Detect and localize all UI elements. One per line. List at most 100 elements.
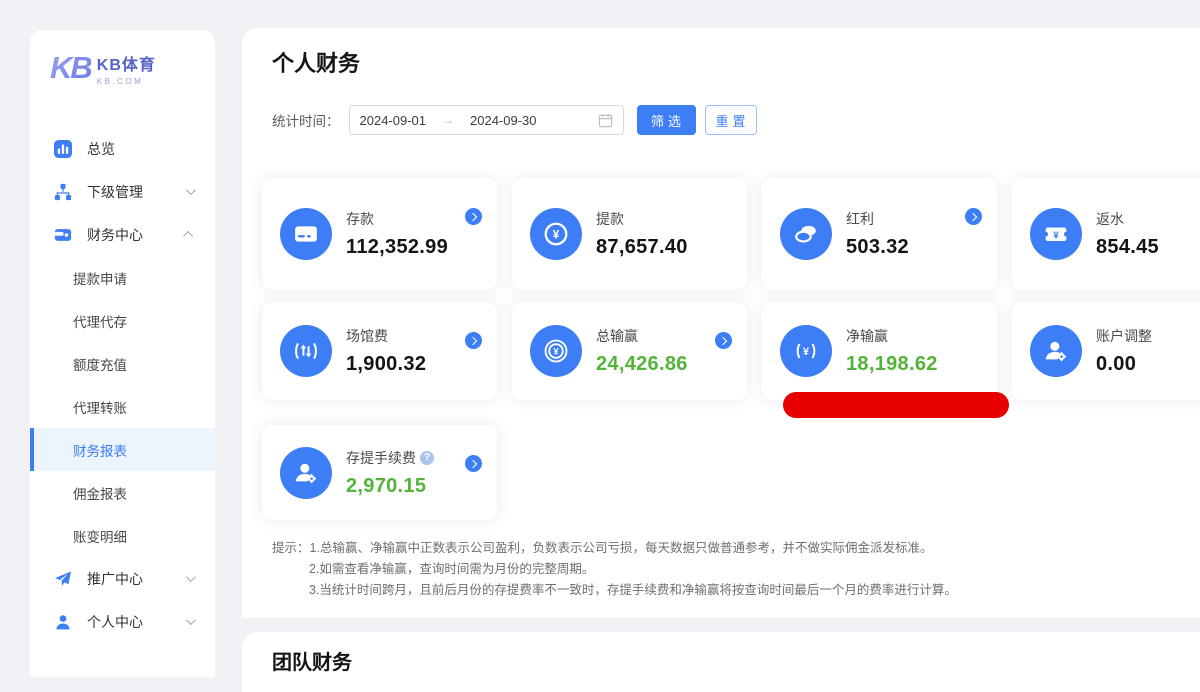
svg-text:¥: ¥	[553, 347, 559, 357]
chevron-right-icon[interactable]	[465, 208, 482, 225]
chevron-right-icon[interactable]	[465, 455, 482, 472]
svg-text:¥: ¥	[553, 228, 560, 241]
logo-title: KB体育	[97, 51, 156, 75]
sidebar-item-label: 财务中心	[87, 225, 143, 245]
date-range-arrow-icon: →	[442, 113, 454, 127]
end-date-value[interactable]: 2024-09-30	[470, 113, 537, 128]
stat-card-value: 18,198.62	[846, 353, 938, 376]
team-finance-panel: 团队财务	[242, 632, 1200, 692]
sidebar-item-label: 推广中心	[87, 569, 143, 589]
chevron-down-icon	[186, 572, 196, 582]
sidebar-item-label: 下级管理	[87, 182, 143, 202]
stat-card-value: 24,426.86	[596, 353, 688, 376]
sidebar-item-label: 代理代存	[73, 311, 127, 331]
handling-fee-card-icon	[280, 447, 332, 499]
stat-card-value: 2,970.15	[346, 475, 434, 498]
chevron-right-icon[interactable]	[715, 332, 732, 349]
stat-card-deposit[interactable]: 存款 112,352.99	[262, 178, 497, 290]
venue-fee-card-icon	[280, 325, 332, 377]
stat-card-label: 账户调整	[1096, 326, 1152, 346]
notes: 提示：1.总输赢、净输赢中正数表示公司盈利，负数表示公司亏损，每天数据只做普通参…	[272, 538, 957, 601]
wallet-icon	[54, 226, 72, 244]
sidebar-item-financial-report[interactable]: 财务报表	[30, 428, 215, 471]
stat-card-net-winloss[interactable]: ¥ 净输赢 18,198.62	[762, 302, 997, 400]
user-icon	[54, 613, 72, 631]
svg-text:¥: ¥	[803, 346, 810, 358]
stat-card-label: 场馆费	[346, 326, 426, 346]
stat-card-venue-fee[interactable]: 场馆费 1,900.32	[262, 302, 497, 400]
deposit-card-icon	[280, 208, 332, 260]
stat-card-value: 87,657.40	[596, 236, 688, 259]
chevron-down-icon	[186, 615, 196, 625]
stat-cards-row-2: 场馆费 1,900.32 ¥ 总输赢 24,426.86 ¥ 净输赢 18,19…	[262, 302, 1200, 400]
overview-icon	[54, 140, 72, 158]
stat-card-withdrawal[interactable]: ¥ 提款 87,657.40	[512, 178, 747, 290]
net-winloss-card-icon: ¥	[780, 325, 832, 377]
bonus-card-icon	[780, 208, 832, 260]
date-range-input[interactable]: 2024-09-01 → 2024-09-30	[349, 105, 624, 135]
stat-card-label: 存提手续费	[346, 448, 416, 468]
stat-card-account-adjustment[interactable]: 账户调整 0.00	[1012, 302, 1200, 400]
red-highlight-marker	[783, 392, 1009, 418]
stat-card-label: 返水	[1096, 209, 1159, 229]
sidebar-item-label: 财务报表	[73, 440, 127, 460]
svg-text:¥: ¥	[1053, 230, 1059, 241]
sidebar-item-withdrawal-request[interactable]: 提款申请	[30, 256, 215, 299]
stat-cards-row-3: 存提手续费 ? 2,970.15	[262, 425, 497, 520]
personal-finance-panel: 个人财务 统计时间： 2024-09-01 → 2024-09-30 筛选 重置…	[242, 28, 1200, 618]
stat-card-label: 总输赢	[596, 326, 688, 346]
promotion-icon	[54, 570, 72, 588]
note-line-2: 2.如需查看净输赢，查询时间需为月份的完整周期。	[272, 559, 957, 580]
filter-label: 统计时间：	[272, 110, 340, 130]
stat-card-total-winloss[interactable]: ¥ 总输赢 24,426.86	[512, 302, 747, 400]
stat-card-handling-fee[interactable]: 存提手续费 ? 2,970.15	[262, 425, 497, 520]
stat-card-value: 0.00	[1096, 353, 1152, 376]
stat-card-value: 112,352.99	[346, 236, 448, 259]
sidebar-item-label: 个人中心	[87, 612, 143, 632]
sidebar-item-account-change-details[interactable]: 账变明细	[30, 514, 215, 557]
notes-prefix: 提示：	[272, 541, 310, 555]
total-winloss-card-icon: ¥	[530, 325, 582, 377]
stat-card-value: 1,900.32	[346, 353, 426, 376]
sidebar-item-label: 总览	[87, 139, 115, 159]
sidebar-item-finance-center[interactable]: 财务中心	[30, 213, 215, 256]
sidebar-item-agent-transfer[interactable]: 代理转账	[30, 385, 215, 428]
sidebar-item-label: 账变明细	[73, 526, 127, 546]
page-title: 个人财务	[272, 46, 360, 78]
help-icon[interactable]: ?	[420, 451, 434, 465]
chevron-down-icon	[186, 185, 196, 195]
sidebar-item-commission-report[interactable]: 佣金报表	[30, 471, 215, 514]
logo-subtitle: KB.COM	[97, 77, 156, 86]
app-logo: KB KB体育 KB.COM	[30, 30, 215, 86]
note-line-1: 1.总输赢、净输赢中正数表示公司盈利，负数表示公司亏损，每天数据只做普通参考，并…	[310, 541, 933, 555]
chevron-right-icon[interactable]	[465, 332, 482, 349]
filter-row: 统计时间： 2024-09-01 → 2024-09-30 筛选 重置	[272, 105, 757, 135]
sidebar-item-quota-recharge[interactable]: 额度充值	[30, 342, 215, 385]
stat-card-label: 提款	[596, 209, 688, 229]
sidebar: KB KB体育 KB.COM 总览 下级管理 财务中心 提款申请 代理代存 额度…	[30, 30, 215, 677]
stat-card-rebate[interactable]: ¥ 返水 854.45	[1012, 178, 1200, 290]
stat-card-label: 净输赢	[846, 326, 938, 346]
stat-card-label: 存款	[346, 209, 448, 229]
account-adjustment-card-icon	[1030, 325, 1082, 377]
sidebar-item-label: 佣金报表	[73, 483, 127, 503]
note-line-3: 3.当统计时间跨月，且前后月份的存提费率不一致时，存提手续费和净输赢将按查询时间…	[272, 580, 957, 601]
rebate-card-icon: ¥	[1030, 208, 1082, 260]
start-date-value[interactable]: 2024-09-01	[360, 113, 427, 128]
calendar-icon[interactable]	[598, 113, 613, 128]
stat-card-value: 854.45	[1096, 236, 1159, 259]
sidebar-item-personal-center[interactable]: 个人中心	[30, 600, 215, 643]
sidebar-item-label: 提款申请	[73, 268, 127, 288]
sidebar-item-overview[interactable]: 总览	[30, 127, 215, 170]
team-finance-title: 团队财务	[272, 646, 352, 675]
stat-card-label: 红利	[846, 209, 909, 229]
reset-button[interactable]: 重置	[705, 105, 757, 135]
logo-mark: KB	[50, 50, 91, 86]
sidebar-item-promotion-center[interactable]: 推广中心	[30, 557, 215, 600]
stat-cards-row-1: 存款 112,352.99 ¥ 提款 87,657.40 红利 503.32 ¥…	[262, 178, 1200, 290]
filter-button[interactable]: 筛选	[637, 105, 696, 135]
stat-card-bonus[interactable]: 红利 503.32	[762, 178, 997, 290]
sidebar-item-subordinate-management[interactable]: 下级管理	[30, 170, 215, 213]
chevron-right-icon[interactable]	[965, 208, 982, 225]
sidebar-item-agent-deposit[interactable]: 代理代存	[30, 299, 215, 342]
